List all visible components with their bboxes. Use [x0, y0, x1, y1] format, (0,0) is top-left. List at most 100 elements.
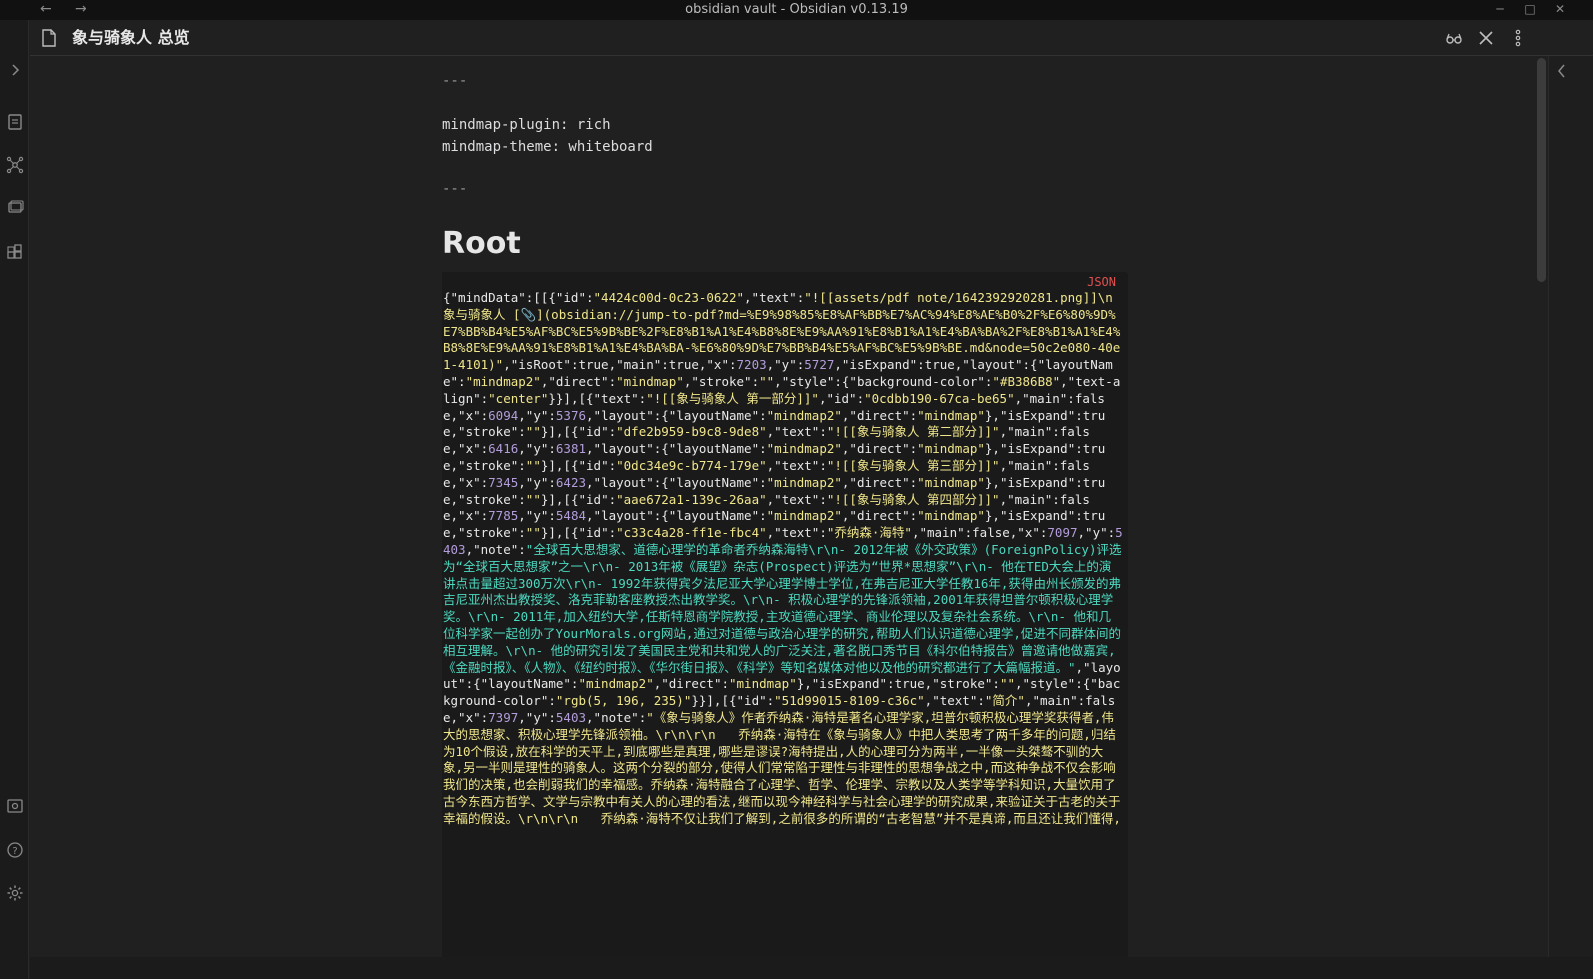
frontmatter-mindmap-plugin: mindmap-plugin: rich: [442, 117, 611, 133]
code-token: 6381: [555, 441, 587, 457]
heading-root: Root: [442, 226, 521, 261]
code-token: ,"text":: [766, 424, 827, 440]
window-titlebar: ← → obsidian vault - Obsidian v0.13.19 ─…: [0, 0, 1593, 20]
code-token: "": [999, 676, 1015, 692]
code-token: "![[象与骑象人 第四部分]]": [826, 491, 1000, 507]
code-token: "0cdbb190-67ca-be65": [864, 390, 1015, 406]
code-token: ,"y":: [766, 357, 805, 373]
code-token: 7345: [488, 474, 519, 490]
code-token: "《象与骑象人》作者乔纳森·海特是著名心理学家,坦普尔顿积极心理学奖获得者,伟大…: [443, 709, 1121, 826]
code-token: "dfe2b959-b9c8-9de8": [616, 424, 767, 440]
code-token: 6416: [488, 441, 519, 457]
code-token: }],[{"id":: [540, 491, 617, 507]
chevron-right-icon[interactable]: [5, 60, 25, 80]
code-token: "乔纳森·海特": [826, 525, 912, 541]
code-token: "aae672a1-139c-26aa": [616, 491, 767, 507]
status-bar: [30, 957, 1593, 979]
code-language-label: JSON: [1087, 275, 1116, 289]
code-token: ,"y":: [518, 441, 556, 457]
code-token: 7097: [1047, 525, 1078, 541]
code-token: "": [525, 491, 541, 507]
code-token: "mindmap2": [578, 676, 654, 692]
code-token: "mindmap": [917, 508, 985, 524]
code-token: }],[{"id":: [540, 457, 617, 473]
code-token: "mindmap": [616, 373, 684, 389]
code-token: ,"layout":{"layoutName":: [586, 474, 767, 490]
code-token: "mindmap2": [465, 373, 541, 389]
svg-text:?: ?: [12, 846, 17, 857]
code-token: 5484: [555, 508, 587, 524]
slides-icon[interactable]: [5, 198, 25, 218]
code-token: "0dc34e9c-b774-179e": [616, 457, 767, 473]
code-token: "": [525, 525, 541, 541]
close-pane-icon[interactable]: [1476, 28, 1496, 48]
note-header: 象与骑象人 总览: [30, 20, 1593, 56]
scrollbar-thumb[interactable]: [1537, 58, 1546, 282]
code-token: ,"style":{"background-color":: [774, 373, 993, 389]
code-token: ,"direct":: [841, 407, 918, 423]
help-icon[interactable]: ?: [5, 840, 25, 860]
minimize-icon[interactable]: ─: [1490, 1, 1510, 18]
code-token: }],[{"id":: [540, 525, 617, 541]
code-token: "51d99015-8109-c36c": [774, 693, 925, 709]
code-token: "mindmap2": [766, 474, 842, 490]
code-token: "mindmap": [917, 441, 985, 457]
window-title: obsidian vault - Obsidian v0.13.19: [685, 2, 908, 17]
code-token: 7203: [736, 357, 767, 373]
code-token: ,"layout":{"layoutName":: [586, 441, 767, 457]
reading-mode-icon[interactable]: [1444, 28, 1464, 48]
code-token: }],[{"id":: [540, 424, 617, 440]
json-code-block[interactable]: JSON {"mindData":[[{"id":"4424c00d-0c23-…: [442, 272, 1128, 979]
note-title[interactable]: 象与骑象人 总览: [72, 27, 190, 49]
frontmatter-close: ---: [442, 181, 468, 197]
right-sidebar-collapsed: [1548, 56, 1593, 979]
close-window-icon[interactable]: ✕: [1550, 1, 1570, 18]
frontmatter-mindmap-theme: mindmap-theme: whiteboard: [442, 139, 653, 155]
code-token: "rgb(5, 196, 235)": [555, 693, 692, 709]
maximize-icon[interactable]: □: [1520, 1, 1540, 18]
code-token: ,"text":: [766, 457, 827, 473]
code-token: "![[象与骑象人 第二部分]]": [826, 424, 1000, 440]
code-token: ,"note":: [586, 709, 647, 725]
code-token: ,"note":: [465, 541, 526, 557]
code-token: 5403: [555, 709, 587, 725]
code-token: ,"id":: [818, 390, 865, 406]
code-token: ,"layout":{"layoutName":: [586, 508, 767, 524]
chevron-left-icon[interactable]: [1554, 62, 1568, 80]
code-token: ,"text":: [766, 525, 827, 541]
frontmatter-open: ---: [442, 73, 468, 89]
code-token: "mindmap": [729, 676, 797, 692]
graph-view-icon[interactable]: [5, 155, 25, 175]
code-token: "![[象与骑象人 第三部分]]": [826, 457, 1000, 473]
editor-content[interactable]: --- mindmap-plugin: rich mindmap-theme: …: [442, 56, 1132, 979]
code-token: "mindmap2": [766, 508, 842, 524]
code-token: {"mindData":[[{"id":: [443, 290, 594, 305]
code-token: "4424c00d-0c23-0622": [593, 290, 745, 305]
code-token: ,"direct":: [841, 474, 918, 490]
code-token: ,"y":: [518, 508, 556, 524]
vault-switcher-icon[interactable]: [5, 796, 25, 816]
left-ribbon: ?: [0, 20, 29, 979]
code-token: ,"direct":: [653, 676, 729, 692]
json-code-text: {"mindData":[[{"id":"4424c00d-0c23-0622"…: [443, 290, 1123, 828]
code-token: ,"main":false,"x":: [911, 525, 1048, 541]
code-token: ,"layout":{"layoutName":: [586, 407, 767, 423]
code-token: "全球百大思想家、道德心理学的革命者乔纳森海特\r\n- 2012年被《外交政策…: [443, 541, 1122, 675]
settings-icon[interactable]: [5, 883, 25, 903]
file-explorer-icon[interactable]: [5, 112, 25, 132]
code-token: 7397: [488, 709, 519, 725]
code-token: ,"y":: [518, 709, 556, 725]
code-token: ,"y":: [1077, 525, 1116, 541]
code-token: "简介": [984, 693, 1025, 709]
code-token: }}],[{"text":: [548, 390, 647, 406]
code-token: "mindmap": [917, 474, 985, 490]
code-token: "![[象与骑象人 第一部分]]": [646, 390, 819, 406]
code-token: ,"text":: [744, 290, 805, 305]
code-token: ,"text":: [924, 693, 985, 709]
code-token: "#B386B8": [992, 373, 1061, 389]
code-token: ,"text":: [766, 491, 827, 507]
code-token: 5376: [555, 407, 587, 423]
more-options-icon[interactable]: [1508, 28, 1528, 48]
code-token: "": [759, 373, 775, 389]
plugins-icon[interactable]: [5, 242, 25, 262]
